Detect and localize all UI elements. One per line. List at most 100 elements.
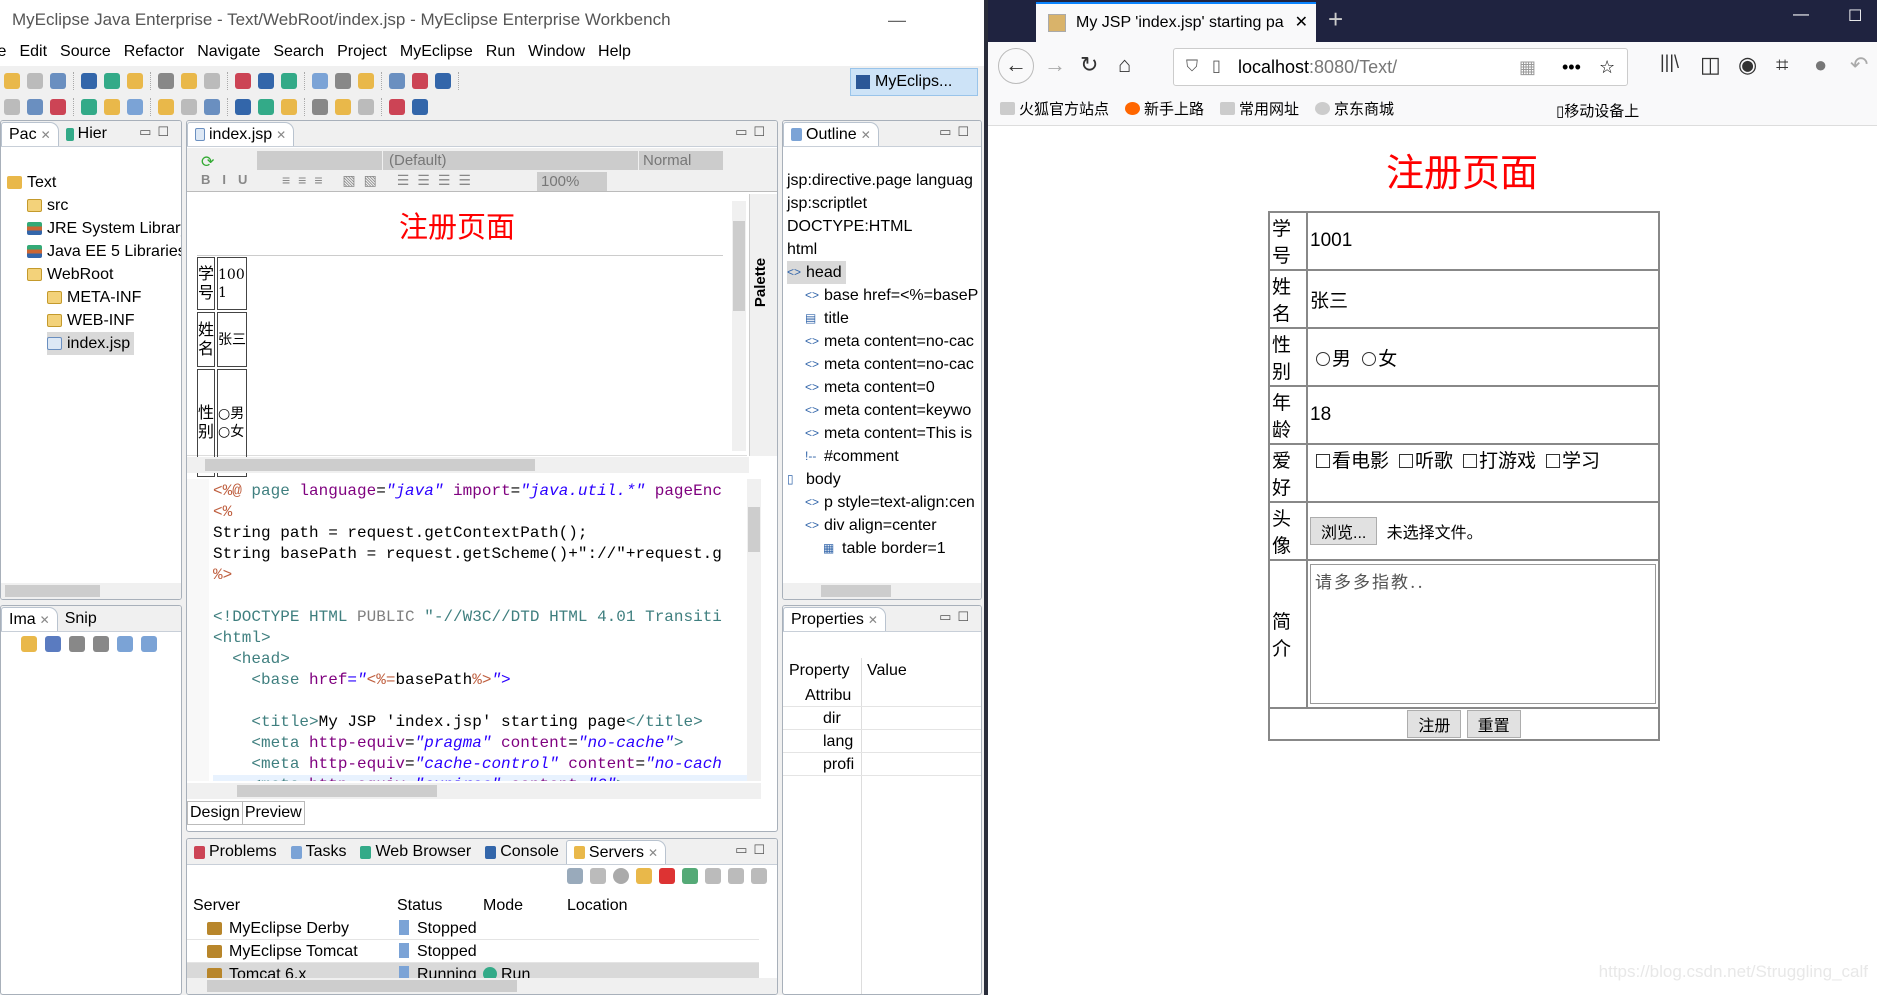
tab-servers[interactable]: Servers ✕ — [565, 840, 667, 864]
code-line[interactable]: <meta http-equiv="cache-control" content… — [213, 754, 722, 775]
toolbar-button-icon[interactable] — [412, 99, 428, 115]
outline-item[interactable]: <> head — [787, 261, 846, 284]
toolbar-button-icon[interactable] — [127, 99, 143, 115]
source-code-editor[interactable]: <%@ page language="java" import="java.ut… — [187, 479, 747, 781]
tab-hierarchy[interactable]: Hier — [59, 122, 114, 146]
toolbar-button-icon[interactable] — [412, 73, 428, 89]
stop-server-icon[interactable] — [659, 868, 675, 884]
design-vertical-scrollbar[interactable] — [732, 201, 746, 451]
outline-item[interactable]: DOCTYPE:HTML — [787, 215, 912, 238]
refresh-icon[interactable]: ⟳ — [201, 152, 214, 172]
undo-icon[interactable]: ↶ — [1850, 52, 1868, 78]
minimize-maximize-icons[interactable]: ▭☐ — [735, 124, 771, 140]
toolbar-button-icon[interactable] — [181, 73, 197, 89]
toolbar-button-icon[interactable] — [127, 73, 143, 89]
bookmark-item[interactable]: 常用网址 — [1220, 98, 1299, 119]
menu-navigate[interactable]: Navigate — [197, 40, 260, 66]
code-line[interactable]: <html> — [213, 628, 271, 649]
toolbar-button-icon[interactable] — [281, 73, 297, 89]
toolbar-button-icon[interactable] — [181, 99, 197, 115]
outline-item[interactable]: html — [787, 238, 817, 261]
tab-snippets[interactable]: Snip — [58, 607, 104, 631]
tree-item[interactable]: META-INF — [47, 286, 141, 309]
menu-search[interactable]: Search — [273, 40, 324, 66]
server-row[interactable]: MyEclipse Derby Stopped — [187, 917, 759, 940]
toolbar-button-icon[interactable] — [335, 99, 351, 115]
property-row[interactable]: profi — [783, 753, 981, 776]
tab-design[interactable]: Design — [187, 801, 243, 825]
menu-le[interactable]: le — [0, 40, 6, 66]
code-line[interactable]: <!DOCTYPE HTML PUBLIC "-//W3C//DTD HTML … — [213, 607, 722, 628]
submit-button[interactable]: 注册 — [1407, 710, 1462, 738]
font-select[interactable] — [257, 151, 382, 170]
bookmark-item[interactable]: 新手上路 — [1125, 98, 1204, 119]
outline-item[interactable]: <> base href=<%=baseP — [805, 284, 978, 307]
more-icon[interactable]: ••• — [1562, 49, 1581, 85]
tree-item[interactable]: index.jsp — [47, 332, 135, 355]
close-tab-icon[interactable]: ✕ — [1295, 4, 1308, 42]
close-icon[interactable]: ✕ — [276, 124, 286, 146]
property-row[interactable]: Attribu — [783, 684, 981, 707]
outline-item[interactable]: ▦ table border=1 — [823, 537, 946, 560]
tab-index-jsp[interactable]: index.jsp ✕ — [187, 122, 295, 146]
intro-textarea[interactable]: 请多多指教.. — [1310, 564, 1656, 704]
checkbox-box[interactable] — [1463, 454, 1478, 468]
toolbar-button-icon[interactable] — [104, 99, 120, 115]
outline-horizontal-scrollbar[interactable] — [783, 583, 981, 599]
toolbar-button-icon[interactable] — [258, 99, 274, 115]
mobile-bookmarks[interactable]: ▯移动设备上 — [1556, 100, 1639, 121]
menu-myeclipse[interactable]: MyEclipse — [400, 40, 473, 66]
toolbar-button-icon[interactable] — [4, 73, 20, 89]
bookmark-star-icon[interactable]: ☆ — [1599, 49, 1615, 85]
code-line[interactable]: <meta http-equiv="expires" content="0"> — [213, 775, 747, 781]
close-icon[interactable]: ✕ — [40, 609, 50, 631]
tab-web-browser[interactable]: Web Browser — [353, 840, 478, 864]
tab-tasks[interactable]: Tasks — [284, 840, 354, 864]
hobby-checkbox[interactable]: 听歌 — [1393, 451, 1453, 472]
code-line[interactable]: String path = request.getContextPath(); — [213, 523, 587, 544]
minimize-maximize-icons[interactable]: ▭☐ — [139, 124, 175, 140]
property-row[interactable]: lang — [783, 730, 981, 753]
toolbar-button-icon[interactable] — [281, 99, 297, 115]
checkbox-box[interactable] — [1399, 454, 1414, 468]
code-line[interactable]: <title>My JSP 'index.jsp' starting page<… — [213, 712, 702, 733]
palette-bar[interactable]: Palette — [749, 194, 777, 456]
bookmark-item[interactable]: 火狐官方站点 — [1000, 98, 1109, 119]
toolbar-button-icon[interactable] — [204, 73, 220, 89]
outline-item[interactable]: <> meta content=This is — [805, 422, 972, 445]
close-icon[interactable]: ✕ — [861, 124, 871, 146]
server-row[interactable]: MyEclipse Tomcat Stopped — [187, 940, 759, 963]
column-header[interactable]: Status — [397, 895, 442, 917]
menu-run[interactable]: Run — [486, 40, 515, 66]
menu-window[interactable]: Window — [528, 40, 585, 66]
home-icon[interactable]: ⌂ — [1118, 52, 1131, 78]
outline-item[interactable]: <> meta content=0 — [805, 376, 935, 399]
tree-item[interactable]: WEB-INF — [47, 309, 135, 332]
outline-item[interactable]: <> meta content=no-cac — [805, 330, 974, 353]
outline-item[interactable]: ▯ body — [787, 468, 841, 491]
hobby-checkbox[interactable]: 打游戏 — [1457, 451, 1536, 472]
design-cell-label[interactable]: 学号 — [197, 257, 215, 310]
account-icon[interactable]: ◉ — [1738, 52, 1757, 78]
tab-package-explorer[interactable]: Pac ✕ — [1, 122, 59, 146]
style-select[interactable]: (Default) — [383, 151, 638, 170]
sidebar-icon[interactable]: ◫ — [1700, 52, 1721, 78]
toolbar-button-icon[interactable] — [312, 99, 328, 115]
qr-code-icon[interactable]: ▦ — [1519, 49, 1536, 85]
design-cell-label[interactable]: 姓名 — [197, 312, 215, 367]
code-line[interactable]: %> — [213, 565, 232, 586]
outline-item[interactable]: ▤ title — [805, 307, 849, 330]
code-line[interactable]: <% — [213, 502, 232, 523]
gender-male-radio[interactable]: 男 — [1310, 349, 1351, 370]
toolbar-button-icon[interactable] — [4, 99, 20, 115]
minimize-maximize-icons[interactable]: ▭☐ — [939, 609, 975, 625]
minimize-maximize-icons[interactable]: ▭☐ — [939, 124, 975, 140]
format-select[interactable]: Normal — [639, 151, 723, 170]
url-bar[interactable]: ⛉ ▯ localhost:8080/Text/ ▦ ••• ☆ — [1173, 48, 1628, 86]
tab-preview[interactable]: Preview — [242, 801, 305, 825]
toolbar-button-icon[interactable] — [358, 73, 374, 89]
hobby-checkbox[interactable]: 学习 — [1540, 451, 1600, 472]
close-icon[interactable]: ✕ — [868, 609, 878, 631]
reload-icon[interactable]: ↻ — [1080, 52, 1098, 78]
library-icon[interactable]: |||\ — [1660, 52, 1679, 73]
